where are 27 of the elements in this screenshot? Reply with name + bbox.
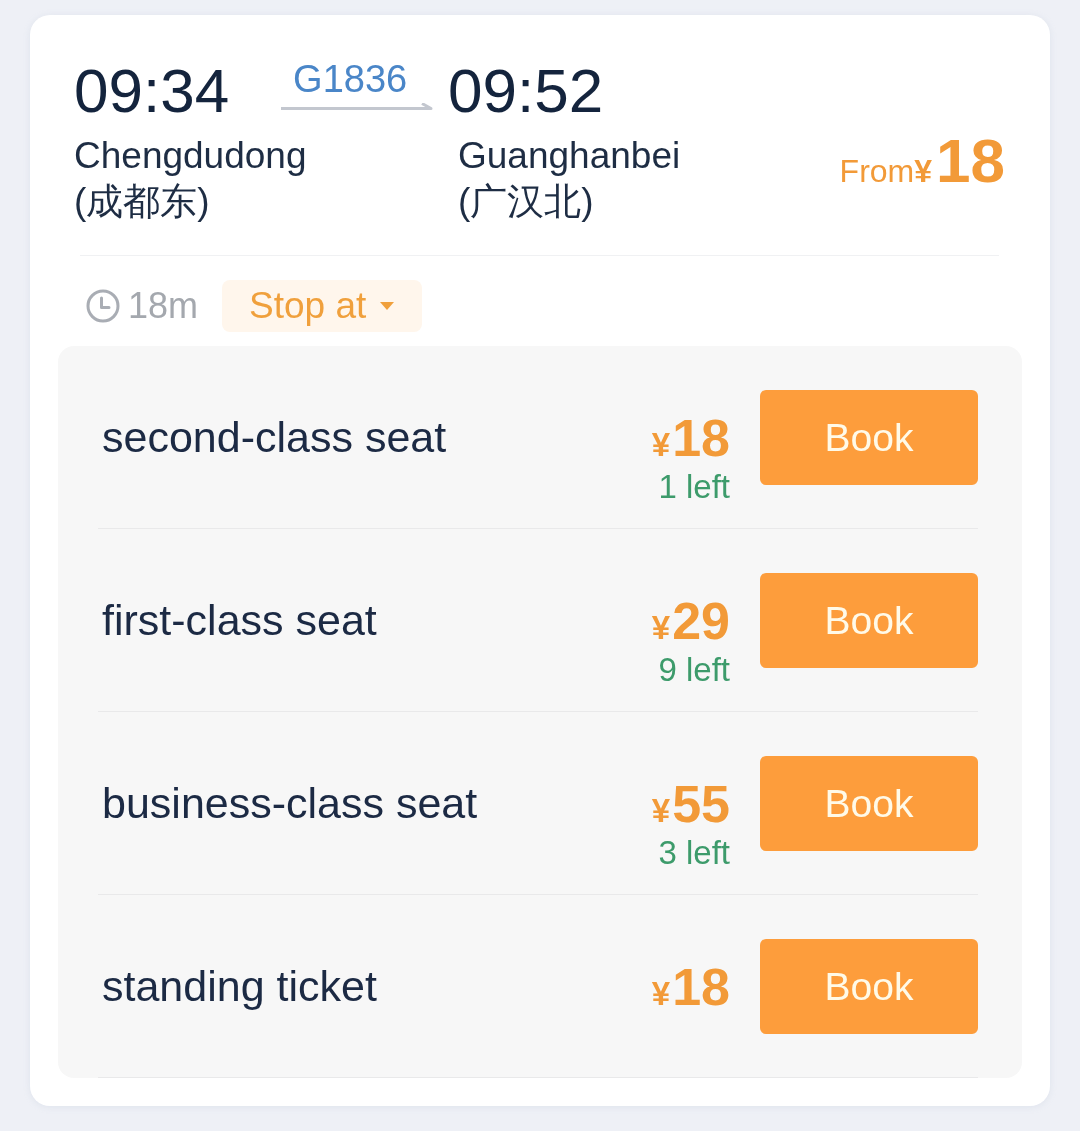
stops-dropdown[interactable]: Stop at bbox=[222, 280, 423, 332]
lowest-price: From¥18 bbox=[839, 129, 1005, 197]
seat-class: business-class seat bbox=[102, 778, 479, 829]
book-button[interactable]: Book bbox=[760, 939, 978, 1034]
book-button[interactable]: Book bbox=[760, 573, 978, 668]
seats-left: 1 left bbox=[658, 471, 730, 503]
seat-class: standing ticket bbox=[102, 961, 378, 1012]
departure-station-local: (成都东) bbox=[74, 180, 211, 224]
seat-class: first-class seat bbox=[102, 595, 378, 646]
seat-class: second-class seat bbox=[102, 412, 448, 463]
departure-station: Chengdudong bbox=[74, 134, 308, 178]
arrival-station: Guanghanbei bbox=[458, 134, 682, 178]
seat-price: ¥55 bbox=[651, 778, 730, 835]
arrival-time: 09:52 bbox=[448, 55, 604, 127]
caret-icon bbox=[380, 302, 395, 310]
seats-left: 3 left bbox=[658, 837, 730, 869]
seat-price: ¥18 bbox=[651, 961, 730, 1018]
book-button[interactable]: Book bbox=[760, 756, 978, 851]
train-number: G1836 bbox=[293, 59, 408, 99]
seat-price: ¥18 bbox=[651, 412, 730, 469]
departure-time: 09:34 bbox=[74, 55, 230, 127]
seats-left: 9 left bbox=[658, 654, 730, 686]
seat-price: ¥29 bbox=[651, 595, 730, 652]
duration: 18m bbox=[128, 284, 199, 328]
clock-icon bbox=[86, 289, 120, 323]
arrival-station-local: (广汉北) bbox=[458, 180, 595, 224]
book-button[interactable]: Book bbox=[760, 390, 978, 485]
